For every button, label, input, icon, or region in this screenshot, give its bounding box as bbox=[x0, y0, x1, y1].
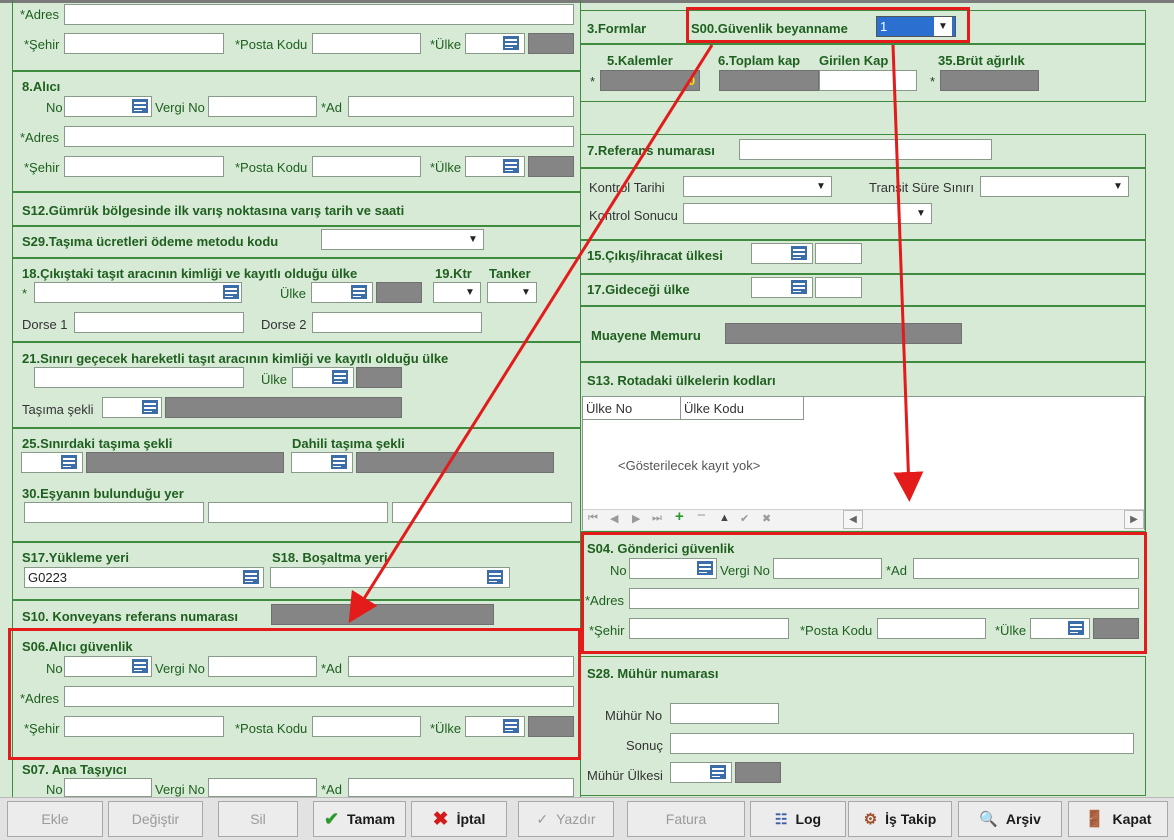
close-button[interactable]: 🚪 Kapat bbox=[1068, 801, 1168, 837]
edit-button[interactable]: Değiştir bbox=[108, 801, 203, 837]
archive-label: Arşiv bbox=[1005, 811, 1041, 827]
print-label: Yazdır bbox=[556, 811, 596, 827]
tracking-label: İş Takip bbox=[885, 811, 937, 827]
highlight-arrows bbox=[348, 44, 924, 624]
archive-icon: 🔍 bbox=[979, 811, 998, 828]
log-button[interactable]: ☷ Log bbox=[750, 801, 846, 837]
ok-label: Tamam bbox=[347, 811, 396, 827]
log-icon: ☷ bbox=[774, 810, 788, 827]
delete-button[interactable]: Sil bbox=[218, 801, 298, 837]
tracking-icon: ⚙ bbox=[863, 811, 878, 828]
add-label: Ekle bbox=[41, 811, 69, 827]
invoice-button[interactable]: Fatura bbox=[627, 801, 745, 837]
archive-button[interactable]: 🔍 Arşiv bbox=[958, 801, 1062, 837]
cancel-label: İptal bbox=[456, 811, 486, 827]
print-icon: ✓ bbox=[536, 810, 549, 827]
add-button[interactable]: Ekle bbox=[7, 801, 103, 837]
print-button[interactable]: ✓ Yazdır bbox=[518, 801, 614, 837]
close-label: Kapat bbox=[1112, 811, 1152, 827]
cancel-button[interactable]: ✖ İptal bbox=[411, 801, 507, 837]
delete-label: Sil bbox=[250, 811, 266, 827]
invoice-label: Fatura bbox=[665, 811, 707, 827]
check-icon: ✔ bbox=[323, 808, 340, 829]
log-label: Log bbox=[795, 811, 822, 827]
close-icon: ✖ bbox=[432, 808, 449, 830]
door-icon: 🚪 bbox=[1084, 811, 1105, 828]
tracking-button[interactable]: ⚙ İş Takip bbox=[848, 801, 952, 837]
edit-label: Değiştir bbox=[131, 811, 180, 827]
ok-button[interactable]: ✔ Tamam bbox=[313, 801, 406, 837]
